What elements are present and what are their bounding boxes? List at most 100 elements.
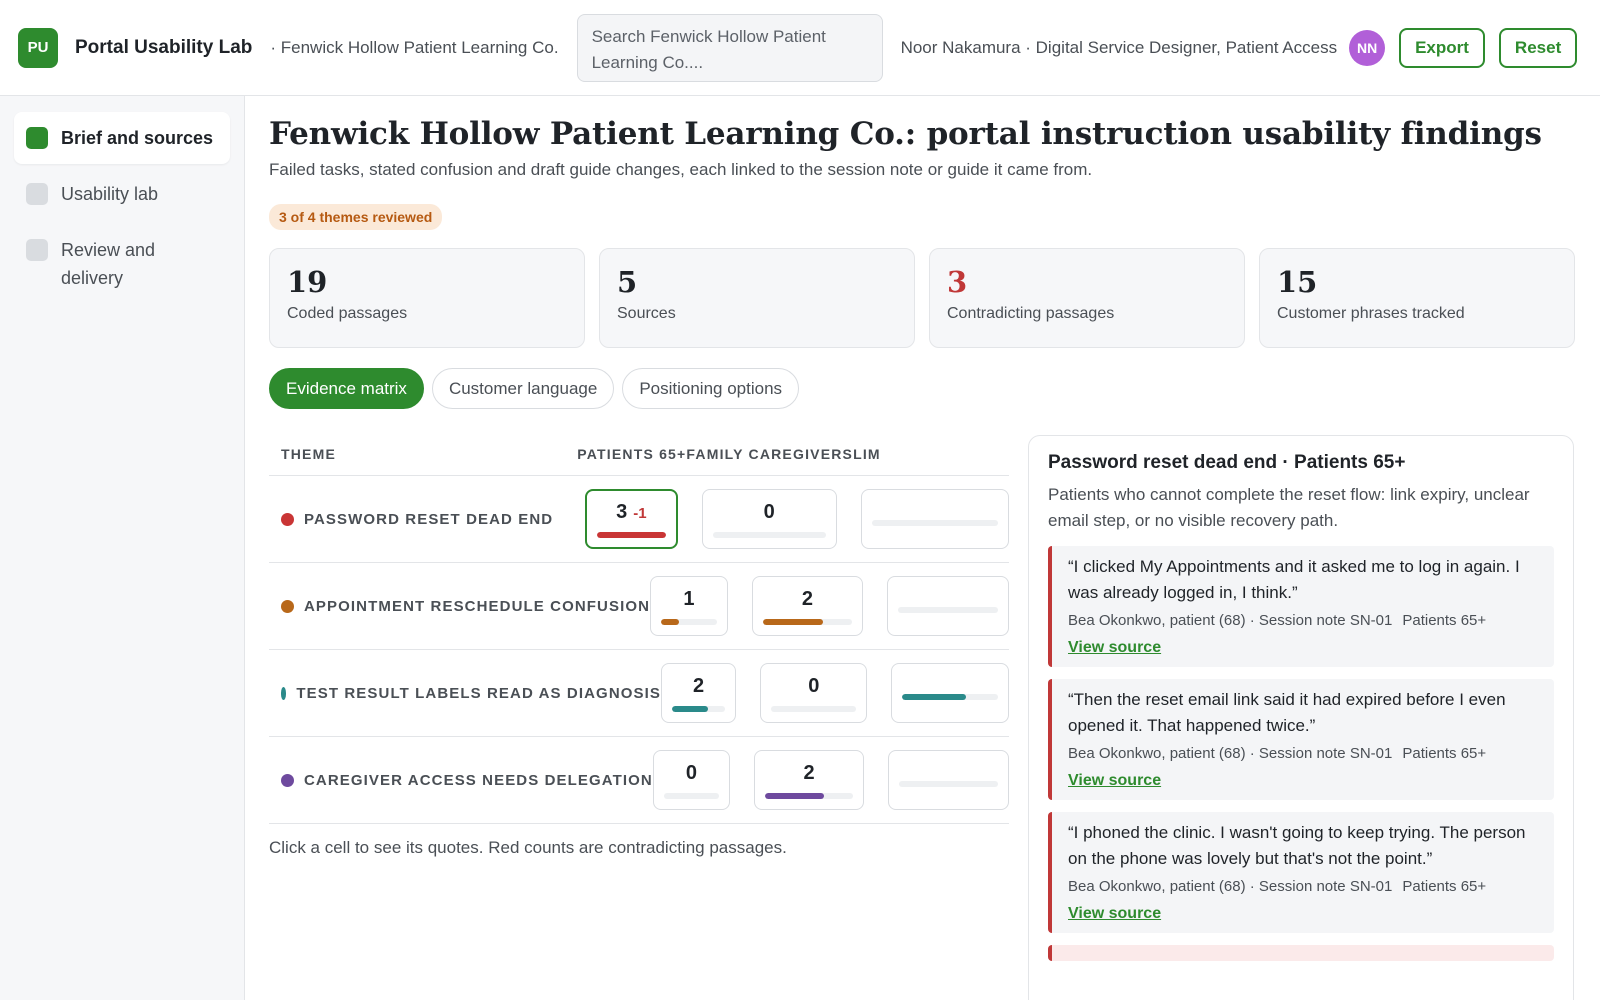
quote-card: “I phoned the clinic. I wasn't going to … xyxy=(1048,812,1554,933)
count-bar xyxy=(902,694,998,700)
sidebar: Brief and sources Usability lab Review a… xyxy=(0,96,245,1000)
quote-segment: Patients 65+ xyxy=(1402,878,1487,895)
theme-color-dot-icon xyxy=(281,512,294,526)
contradiction-count: -1 xyxy=(633,504,647,522)
matrix-header: THEME PATIENTS 65+ FAMILY CAREGIVERS LIM xyxy=(269,432,1009,476)
quote-text: “Then the reset email link said it had e… xyxy=(1068,690,1506,735)
quote-source: Bea Okonkwo, patient (68) · Session note… xyxy=(1068,612,1540,629)
count-bar xyxy=(712,531,826,538)
count-bar-fill xyxy=(764,792,825,799)
column-header-patients-65: PATIENTS 65+ xyxy=(577,445,687,462)
matrix-cell-family-caregivers[interactable]: 0 xyxy=(760,663,868,723)
matrix-hint: Click a cell to see its quotes. Red coun… xyxy=(269,838,787,857)
stat-sources: 5 Sources xyxy=(599,248,915,348)
cell-count: 3 -1 xyxy=(616,501,646,524)
theme-cell: CAREGIVER ACCESS NEEDS DELEGATION xyxy=(269,772,653,789)
column-header-truncated: LIM xyxy=(853,445,881,462)
count-value: 0 xyxy=(808,674,820,697)
cell-count: 2 xyxy=(693,675,704,698)
theme-color-dot-icon xyxy=(281,773,294,787)
cell-count: 0 xyxy=(686,762,697,785)
theme-cell: APPOINTMENT RESCHEDULE CONFUSION xyxy=(269,598,650,615)
stat-value: 19 xyxy=(287,265,328,299)
quote-source-label: Bea Okonkwo, patient (68) · Session note… xyxy=(1068,745,1393,762)
quote-card xyxy=(1048,945,1554,961)
step-pending-icon xyxy=(26,183,48,205)
sidebar-item-usability-lab[interactable]: Usability lab xyxy=(14,168,230,220)
evidence-matrix: THEME PATIENTS 65+ FAMILY CAREGIVERS LIM… xyxy=(269,432,1009,824)
matrix-cell-family-caregivers[interactable]: 2 xyxy=(751,576,863,636)
search-input[interactable]: Search Fenwick Hollow Patient Learning C… xyxy=(576,13,883,82)
sidebar-item-brief-and-sources[interactable]: Brief and sources xyxy=(14,112,230,164)
stat-label: Sources xyxy=(617,305,676,322)
quote-text: “I clicked My Appointments and it asked … xyxy=(1068,557,1520,602)
matrix-cell-family-caregivers[interactable]: 2 xyxy=(753,750,865,810)
matrix-cell-family-caregivers[interactable]: 0 xyxy=(701,489,837,549)
count-bar xyxy=(762,618,852,625)
tab-customer-language[interactable]: Customer language xyxy=(431,368,615,409)
stat-label: Customer phrases tracked xyxy=(1277,305,1465,322)
stat-customer-phrases: 15 Customer phrases tracked xyxy=(1259,248,1575,348)
count-value: 2 xyxy=(803,761,815,784)
count-value: 0 xyxy=(763,500,775,523)
panel-description: Patients who cannot complete the reset f… xyxy=(1048,485,1530,530)
count-bar xyxy=(899,781,998,787)
quote-card: “I clicked My Appointments and it asked … xyxy=(1048,546,1554,667)
top-bar: PU Portal Usability Lab · Fenwick Hollow… xyxy=(0,0,1600,96)
tab-positioning-options[interactable]: Positioning options xyxy=(622,368,800,409)
tab-evidence-matrix[interactable]: Evidence matrix xyxy=(269,368,424,409)
stat-contradicting-passages: 3 Contradicting passages xyxy=(929,248,1245,348)
view-source-link[interactable]: View source xyxy=(1068,905,1161,923)
matrix-cell-truncated[interactable] xyxy=(860,489,1009,549)
table-row: APPOINTMENT RESCHEDULE CONFUSION 1 2 xyxy=(269,563,1009,650)
theme-label: TEST RESULT LABELS READ AS DIAGNOSIS xyxy=(296,684,661,702)
sidebar-item-review-and-delivery[interactable]: Review and delivery xyxy=(14,224,230,304)
theme-color-dot-icon xyxy=(281,599,294,613)
matrix-cell-patients-65[interactable]: 1 xyxy=(650,576,728,636)
page-title: Fenwick Hollow Patient Learning Co.: por… xyxy=(269,116,1542,152)
view-source-link[interactable]: View source xyxy=(1068,639,1161,657)
view-source-link[interactable]: View source xyxy=(1068,772,1161,790)
review-progress-badge: 3 of 4 themes reviewed xyxy=(269,204,443,230)
matrix-cell-truncated[interactable] xyxy=(888,750,1009,810)
count-bar xyxy=(771,705,857,712)
matrix-cell-patients-65[interactable]: 2 xyxy=(661,663,737,723)
count-bar-fill xyxy=(661,618,680,625)
avatar[interactable]: NN xyxy=(1349,29,1386,66)
theme-cell: TEST RESULT LABELS READ AS DIAGNOSIS xyxy=(269,685,661,702)
app-logo: PU xyxy=(18,27,58,68)
table-row: TEST RESULT LABELS READ AS DIAGNOSIS 2 0 xyxy=(269,650,1009,737)
stat-label: Coded passages xyxy=(287,305,408,322)
count-bar-fill xyxy=(672,705,708,712)
count-value: 2 xyxy=(693,674,705,697)
count-bar xyxy=(764,792,854,799)
panel-title: Password reset dead end · Patients 65+ xyxy=(1048,452,1406,473)
sidebar-item-label: Brief and sources xyxy=(61,128,214,148)
count-bar xyxy=(672,705,726,712)
export-button[interactable]: Export xyxy=(1399,27,1485,68)
count-bar xyxy=(661,618,717,625)
count-bar-fill xyxy=(902,694,967,700)
org-breadcrumb[interactable]: · Fenwick Hollow Patient Learning Co. xyxy=(270,38,558,58)
reset-button[interactable]: Reset xyxy=(1498,27,1578,68)
matrix-cell-patients-65[interactable]: 3 -1 xyxy=(585,489,678,549)
matrix-cell-truncated[interactable] xyxy=(887,576,1009,636)
matrix-cell-patients-65[interactable]: 0 xyxy=(652,750,730,810)
count-bar xyxy=(663,792,719,799)
quote-detail-panel: Password reset dead end · Patients 65+ P… xyxy=(1028,435,1574,1000)
count-value: 3 xyxy=(616,500,628,523)
quote-card: “Then the reset email link said it had e… xyxy=(1048,679,1554,800)
stat-coded-passages: 19 Coded passages xyxy=(269,248,585,348)
user-info: Noor Nakamura · Digital Service Designer… xyxy=(900,37,1338,57)
view-tabs: Evidence matrix Customer language Positi… xyxy=(269,368,1576,409)
quote-text: “I phoned the clinic. I wasn't going to … xyxy=(1068,823,1526,868)
quote-source: Bea Okonkwo, patient (68) · Session note… xyxy=(1068,745,1540,762)
page-subtitle: Failed tasks, stated confusion and draft… xyxy=(269,160,1093,179)
matrix-cell-truncated[interactable] xyxy=(891,663,1009,723)
theme-label: APPOINTMENT RESCHEDULE CONFUSION xyxy=(304,597,651,615)
column-header-family-caregivers: FAMILY CAREGIVERS xyxy=(686,445,854,462)
count-value: 2 xyxy=(801,587,813,610)
stat-label: Contradicting passages xyxy=(947,305,1115,322)
cell-count: 1 xyxy=(683,588,694,611)
column-header-theme: THEME xyxy=(281,445,336,462)
